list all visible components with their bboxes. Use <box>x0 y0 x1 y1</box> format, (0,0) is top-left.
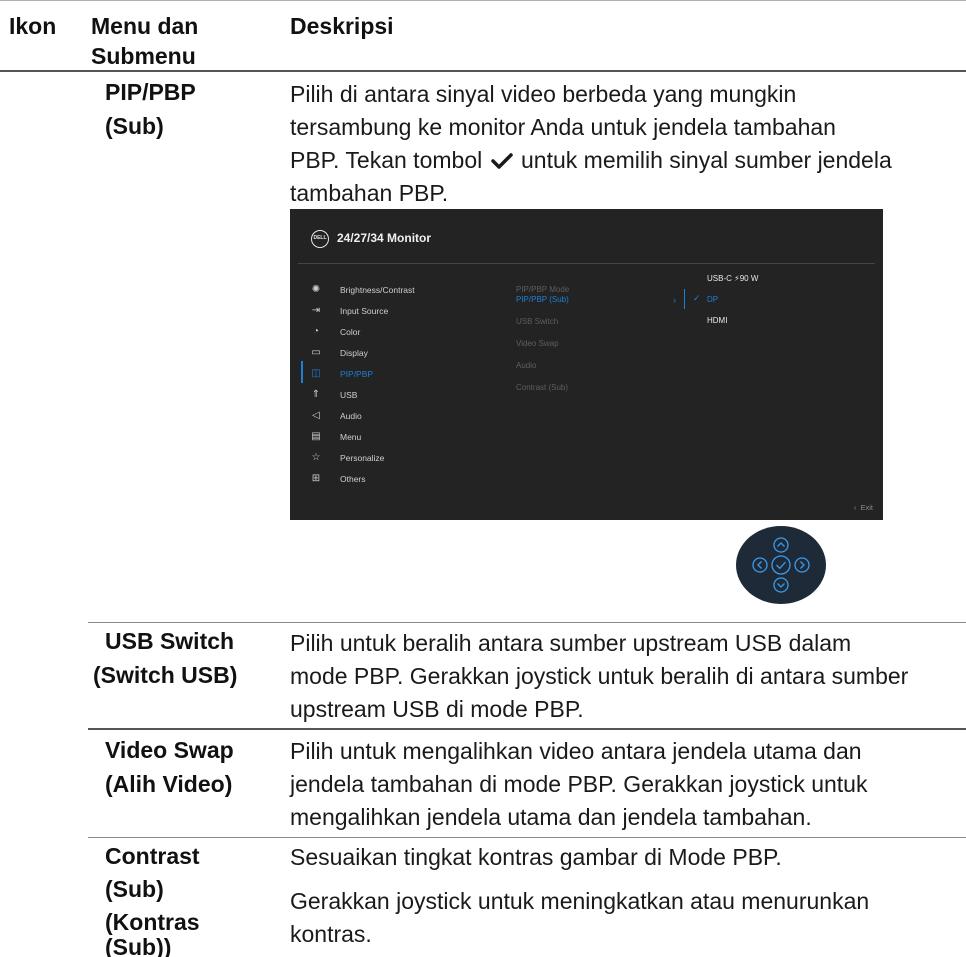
row1-name-line1: PIP/PBP <box>105 79 196 105</box>
osd-option-dp[interactable]: DP <box>707 292 718 308</box>
osd-menu-label: Brightness/Contrast <box>340 285 415 295</box>
row2-desc-line2: mode PBP. Gerakkan joystick untuk berali… <box>290 663 909 689</box>
header-menu-line1: Menu dan <box>91 13 199 39</box>
osd-menu-label: Color <box>340 327 361 337</box>
row3-desc-line1: Pilih untuk mengalihkan video antara jen… <box>290 738 862 764</box>
row1-desc-line1: Pilih di antara sinyal video berbeda yan… <box>290 81 797 107</box>
osd-option-hdmi[interactable]: HDMI <box>707 313 727 329</box>
osd-menu-label: Menu <box>340 432 362 442</box>
row4-desc-line1: Sesuaikan tingkat kontras gambar di Mode… <box>290 844 782 870</box>
row2-desc-line3: upstream USB di mode PBP. <box>290 696 584 722</box>
osd-exit[interactable]: ‹ Exit <box>854 503 873 512</box>
checkmark-icon <box>490 153 513 169</box>
osd-exit-label: Exit <box>860 503 873 512</box>
row1-desc-line3a: PBP. Tekan tombol <box>290 147 483 173</box>
osd-menu-screenshot: DELL 24/27/34 Monitor ✺ Brightness/Contra… <box>290 209 883 520</box>
row3-desc-line3: mengalihkan jendela utama dan jendela ta… <box>290 804 812 830</box>
row1-name-line2: (Sub) <box>105 113 164 139</box>
osd-option-usbc[interactable]: USB-C ⚡90 W <box>707 271 758 287</box>
osd-submenu-usb-switch[interactable]: USB Switch <box>516 314 558 330</box>
osd-divider <box>298 263 875 264</box>
top-rule <box>0 0 966 1</box>
row1-desc-line3: PBP. Tekan tombol untuk memilih sinyal s… <box>290 144 892 177</box>
osd-menu-label: Display <box>340 348 368 358</box>
osd-submenu-audio[interactable]: Audio <box>516 358 536 374</box>
row3-desc-line2: jendela tambahan di mode PBP. Gerakkan j… <box>290 771 868 797</box>
row2-desc-line1: Pilih untuk beralih antara sumber upstre… <box>290 630 852 656</box>
osd-menu-label: Input Source <box>340 306 389 316</box>
header-icon: Ikon <box>9 13 57 39</box>
row4-name-line4: (Sub)) <box>105 937 172 957</box>
row1-desc-line4: tambahan PBP. <box>290 180 449 206</box>
osd-menu-label: USB <box>340 390 358 400</box>
osd-selection-bar <box>301 361 303 383</box>
row2-name-line2: (Switch USB) <box>93 662 238 688</box>
audio-icon: ◁ <box>312 410 320 421</box>
row4-desc-line3: kontras. <box>290 921 372 947</box>
display-icon: ▭ <box>311 347 321 358</box>
header-description: Deskripsi <box>290 13 394 39</box>
row4-name-line1: Contrast <box>105 843 200 869</box>
row1-desc-line2: tersambung ke monitor Anda untuk jendela… <box>290 114 836 140</box>
header-rule <box>0 70 966 72</box>
row4-desc-line2: Gerakkan joystick untuk meningkatkan ata… <box>290 888 870 914</box>
star-icon: ☆ <box>311 452 321 463</box>
row3-name-line2: (Alih Video) <box>105 771 233 797</box>
row4-name-line3: (Kontras <box>105 909 200 935</box>
usb-icon: ⇑ <box>311 389 321 400</box>
input-source-icon: ⇥ <box>311 305 321 316</box>
row1-desc-line3b: untuk memilih sinyal sumber jendela <box>521 147 892 173</box>
chevron-right-icon: › <box>673 295 676 305</box>
brightness-icon: ✺ <box>311 284 321 295</box>
osd-menu-label: Others <box>340 474 366 484</box>
osd-submenu-contrast-sub[interactable]: Contrast (Sub) <box>516 380 568 396</box>
row-divider-2 <box>88 728 966 730</box>
osd-title: 24/27/34 Monitor <box>337 231 432 245</box>
check-icon: ✓ <box>693 293 701 303</box>
joystick-icon <box>736 526 826 604</box>
osd-submenu-video-swap[interactable]: Video Swap <box>516 336 559 352</box>
dell-logo: DELL <box>311 230 329 248</box>
osd-submenu-pip-pbp-sub[interactable]: PIP/PBP (Sub) <box>516 292 569 308</box>
header-menu-line2: Submenu <box>91 43 196 69</box>
osd-menu-label: Audio <box>340 411 362 421</box>
others-icon: ⊞ <box>311 473 321 484</box>
osd-menu-label: PIP/PBP <box>340 369 374 379</box>
pip-pbp-icon: ◫ <box>311 368 321 379</box>
menu-icon: ▤ <box>311 431 321 442</box>
osd-menu-label: Personalize <box>340 453 385 463</box>
row3-name-line1: Video Swap <box>105 737 234 763</box>
row2-name-line1: USB Switch <box>105 628 235 654</box>
row-divider-1 <box>88 622 966 623</box>
osd-option-bar <box>684 289 685 309</box>
color-icon: ◔ <box>312 326 320 337</box>
row4-name-line2: (Sub) <box>105 876 164 902</box>
row-divider-3 <box>88 837 966 838</box>
